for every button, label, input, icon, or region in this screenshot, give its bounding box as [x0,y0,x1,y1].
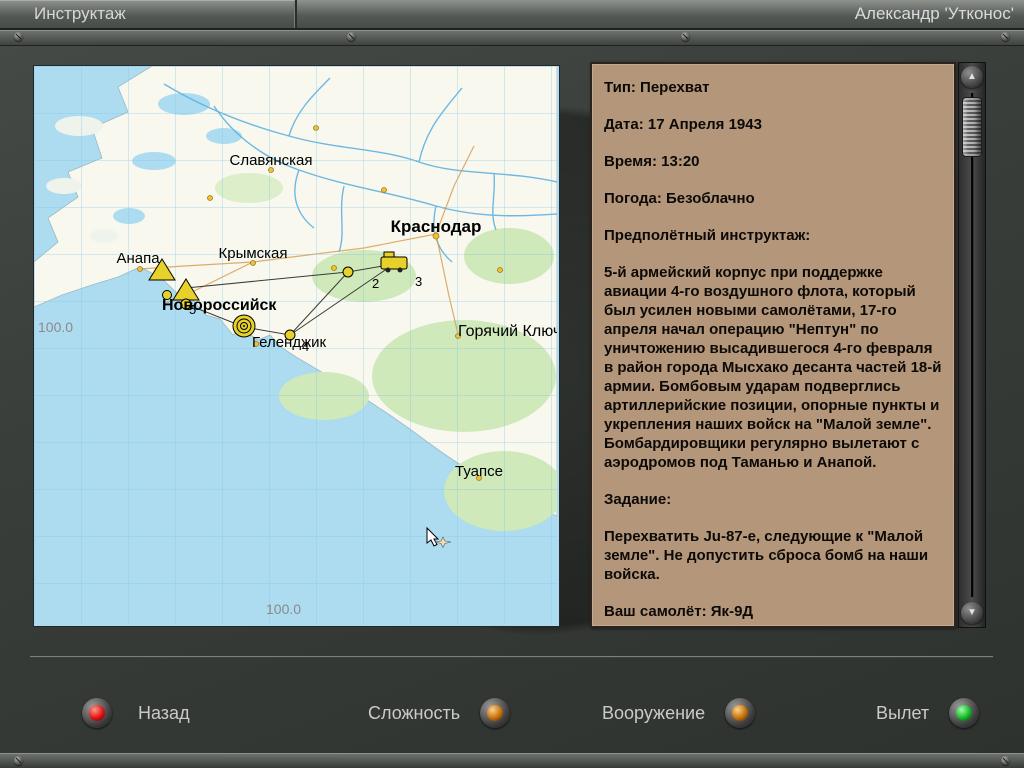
screw-icon [1001,756,1010,765]
briefing-scrollbar: ▲ ▼ [958,62,986,628]
screw-icon [347,32,356,41]
armament-button-label: Вооружение [602,702,706,723]
city-label-krymskaya: Крымская [218,245,287,262]
difficulty-button[interactable]: Сложность [368,698,511,728]
difficulty-lamp-icon [480,698,511,728]
pilot-name: Александр 'Утконос' [854,4,1014,23]
armament-lamp-icon [725,698,756,728]
screw-icon [14,32,23,41]
briefing-paragraph: Тип: Перехват [604,79,710,96]
back-lamp-icon [82,698,112,728]
armament-button[interactable]: Вооружение [602,698,756,728]
briefing-paragraph: Ваш самолёт: Як-9Д [604,603,754,620]
screen-title: Инструктаж [0,0,297,28]
briefing-paragraph: Предполётный инструктаж: [604,227,811,244]
briefing-paragraph: Время: 13:20 [604,153,700,170]
scroll-down-button[interactable]: ▼ [961,602,983,624]
arrow-up-icon: ▲ [967,71,977,82]
city-label-goryachiy-klyuch: Горячий Ключ [458,323,557,340]
screw-icon [681,32,690,41]
waypoint-number: 3 [415,274,422,289]
briefing-paragraph: Дата: 17 Апреля 1943 [604,116,762,133]
city-label-slavyanskaya: Славянская [230,152,313,169]
fly-button-label: Вылет [876,702,930,723]
city-label-tuapse: Туапсе [455,463,503,480]
difficulty-button-label: Сложность [368,702,461,723]
city-label-anapa: Анапа [116,250,160,267]
map-canvas[interactable]: 2 3 4 5 Славянская Краснодар Крымская Ан… [34,66,557,624]
briefing-paragraph: Задание: [604,491,672,508]
briefing-map-panel: 2 3 4 5 Славянская Краснодар Крымская Ан… [33,65,560,627]
footer-divider [30,656,993,658]
map-scale-bottom: 100.0 [266,601,301,617]
scroll-up-button[interactable]: ▲ [961,66,983,88]
briefing-paragraph: Погода: Безоблачно [604,190,755,207]
arrow-down-icon: ▼ [967,607,977,618]
back-button-label: Назад [138,702,190,723]
briefing-text-panel: Тип: Перехват Дата: 17 Апреля 1943 Время… [590,62,956,628]
briefing-screen: { "topbar": { "title": "Инструктаж", "pi… [0,0,1024,768]
screw-icon [14,756,23,765]
fly-button[interactable]: Вылет [876,698,980,728]
briefing-paragraph: 5-й армейский корпус при поддержке авиац… [604,264,942,471]
bottom-trim-strip [0,753,1024,768]
scroll-knob[interactable] [962,97,982,157]
map-scale-left: 100.0 [38,319,73,335]
top-trim-strip [0,30,1024,46]
city-label-gelendzhik: Геленджик [252,334,327,351]
back-button[interactable]: Назад [82,698,190,728]
city-label-novorossiysk: Новороссийск [162,297,277,314]
top-bar: Инструктаж Александр 'Утконос' [0,0,1024,30]
screw-icon [1001,32,1010,41]
fly-lamp-icon [949,698,980,728]
waypoint-number: 2 [372,276,379,291]
city-label-krasnodar: Краснодар [391,217,482,236]
briefing-paragraph: Перехватить Ju-87-е, следующие к "Малой … [604,528,929,583]
